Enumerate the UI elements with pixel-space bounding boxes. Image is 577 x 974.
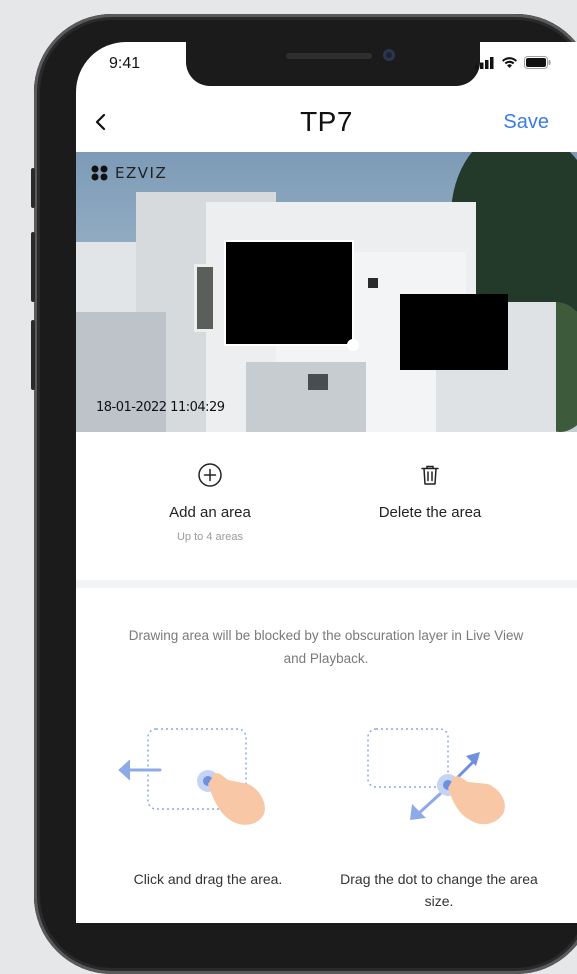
battery-icon [524, 56, 551, 69]
signal-icon [475, 57, 494, 69]
privacy-mask-area[interactable] [224, 240, 354, 346]
drag-hand-icon [118, 728, 265, 825]
ezviz-logo-icon [91, 165, 108, 181]
building-shadow [246, 362, 366, 432]
delete-area-button[interactable]: Delete the area [330, 462, 530, 521]
status-time: 9:41 [109, 55, 141, 72]
drag-caption: Click and drag the area. [133, 871, 283, 887]
ezviz-logo: EZVIZ [90, 164, 167, 182]
video-timestamp: 18-01-2022 11:04:29 [96, 400, 225, 415]
add-area-button[interactable]: Add an area Up to 4 areas [110, 462, 310, 543]
nav-bar: TP7 Save [76, 102, 577, 146]
page-title: TP7 [300, 106, 353, 137]
app-screen: 9:41 TP7 Save EZVIZ 18-01-2022 11:04:29 … [76, 42, 577, 923]
resize-handle[interactable] [347, 339, 359, 351]
window [194, 264, 216, 332]
window [368, 278, 378, 288]
notch [186, 42, 480, 86]
delete-area-label: Delete the area [378, 504, 482, 521]
add-circle-icon [198, 463, 222, 487]
resize-caption: Drag the dot to change the area size. [340, 871, 538, 909]
volume-down-button [31, 320, 35, 390]
resize-illustration [344, 722, 544, 832]
front-camera [383, 49, 395, 61]
window [308, 374, 328, 390]
area-actions: Add an area Up to 4 areas Delete the are… [76, 432, 577, 580]
wifi-icon [502, 57, 517, 68]
section-divider [76, 580, 577, 588]
add-area-label: Add an area [169, 504, 251, 521]
resize-hand-icon [367, 728, 505, 825]
speaker [286, 53, 372, 59]
volume-up-button [31, 232, 35, 302]
obscuration-info: Drawing area will be blocked by the obsc… [128, 628, 524, 666]
status-icons [475, 56, 551, 69]
privacy-mask-area[interactable] [400, 294, 508, 370]
trash-icon [421, 465, 439, 485]
mute-switch [31, 168, 35, 208]
drag-illustration [108, 722, 308, 832]
save-button[interactable]: Save [503, 111, 549, 134]
camera-preview[interactable]: EZVIZ 18-01-2022 11:04:29 [76, 152, 577, 432]
brand-name: EZVIZ [115, 164, 168, 182]
add-area-hint: Up to 4 areas [176, 531, 244, 543]
